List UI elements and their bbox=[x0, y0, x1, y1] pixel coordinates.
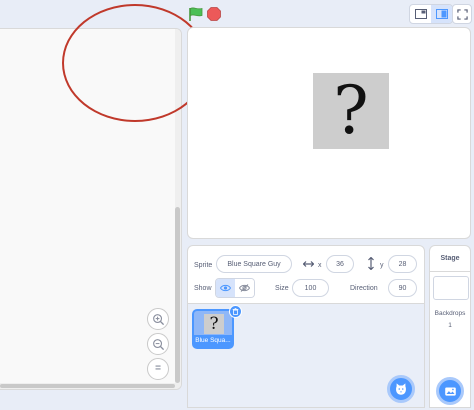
x-label: x bbox=[318, 262, 322, 269]
sprite-name-field[interactable]: Blue Square Guy bbox=[216, 255, 292, 273]
zoom-out-icon bbox=[152, 338, 164, 350]
eye-icon bbox=[220, 284, 231, 292]
y-label: y bbox=[380, 262, 384, 269]
y-field[interactable]: 28 bbox=[388, 255, 417, 273]
sprite-name-label: Sprite bbox=[194, 262, 213, 269]
stop-icon[interactable] bbox=[207, 7, 221, 21]
backdrops-count: 1 bbox=[448, 322, 452, 329]
x-position-icon bbox=[303, 261, 314, 267]
zoom-in-icon bbox=[152, 313, 164, 325]
vertical-scrollbar-thumb[interactable] bbox=[175, 207, 180, 383]
zoom-out-button[interactable] bbox=[147, 333, 169, 355]
show-hidden-button[interactable] bbox=[235, 279, 254, 297]
large-stage-icon bbox=[435, 9, 448, 19]
stage-size-toggle bbox=[409, 4, 453, 24]
backdrop-icon bbox=[444, 386, 456, 396]
size-field[interactable]: 100 bbox=[292, 279, 329, 297]
sprite-thumbnail: ? bbox=[204, 314, 224, 334]
horizontal-scrollbar-thumb[interactable] bbox=[0, 384, 175, 388]
show-label: Show bbox=[194, 285, 212, 292]
trash-icon bbox=[232, 308, 239, 315]
green-flag-icon[interactable] bbox=[188, 7, 204, 21]
sprite-list: ? Blue Squa... bbox=[187, 304, 425, 408]
vertical-scrollbar[interactable] bbox=[175, 29, 181, 389]
code-area[interactable]: = bbox=[0, 28, 182, 390]
sprite-info-panel: Sprite Blue Square Guy x 36 y 28 Show Si… bbox=[187, 245, 425, 304]
small-stage-icon bbox=[414, 9, 427, 19]
y-position-icon bbox=[368, 257, 374, 270]
stage-panel-title: Stage bbox=[430, 246, 470, 272]
large-stage-button[interactable] bbox=[431, 5, 452, 23]
cat-icon bbox=[396, 383, 406, 395]
direction-field[interactable]: 90 bbox=[388, 279, 417, 297]
delete-sprite-button[interactable] bbox=[229, 305, 242, 318]
horizontal-scrollbar[interactable] bbox=[0, 383, 176, 389]
fullscreen-icon bbox=[456, 8, 468, 20]
zoom-reset-icon: = bbox=[155, 363, 161, 374]
add-sprite-button[interactable] bbox=[387, 375, 415, 403]
x-field[interactable]: 36 bbox=[326, 255, 354, 273]
stage-sprite[interactable]: ? bbox=[313, 73, 389, 149]
add-backdrop-button[interactable] bbox=[436, 377, 464, 405]
zoom-reset-button[interactable]: = bbox=[147, 358, 169, 380]
fullscreen-button[interactable] bbox=[452, 4, 472, 24]
size-label: Size bbox=[275, 285, 289, 292]
sprite-tile[interactable]: ? Blue Squa... bbox=[192, 305, 242, 349]
stage[interactable]: ? bbox=[187, 27, 471, 239]
direction-label: Direction bbox=[350, 285, 378, 292]
zoom-in-button[interactable] bbox=[147, 308, 169, 330]
sprite-tile-label: Blue Squa... bbox=[194, 335, 232, 347]
small-stage-button[interactable] bbox=[410, 5, 431, 23]
backdrops-label: Backdrops bbox=[434, 310, 466, 317]
show-toggle bbox=[215, 278, 255, 298]
backdrop-thumbnail[interactable] bbox=[433, 276, 469, 300]
eye-hidden-icon bbox=[239, 284, 250, 292]
show-visible-button[interactable] bbox=[216, 279, 235, 297]
